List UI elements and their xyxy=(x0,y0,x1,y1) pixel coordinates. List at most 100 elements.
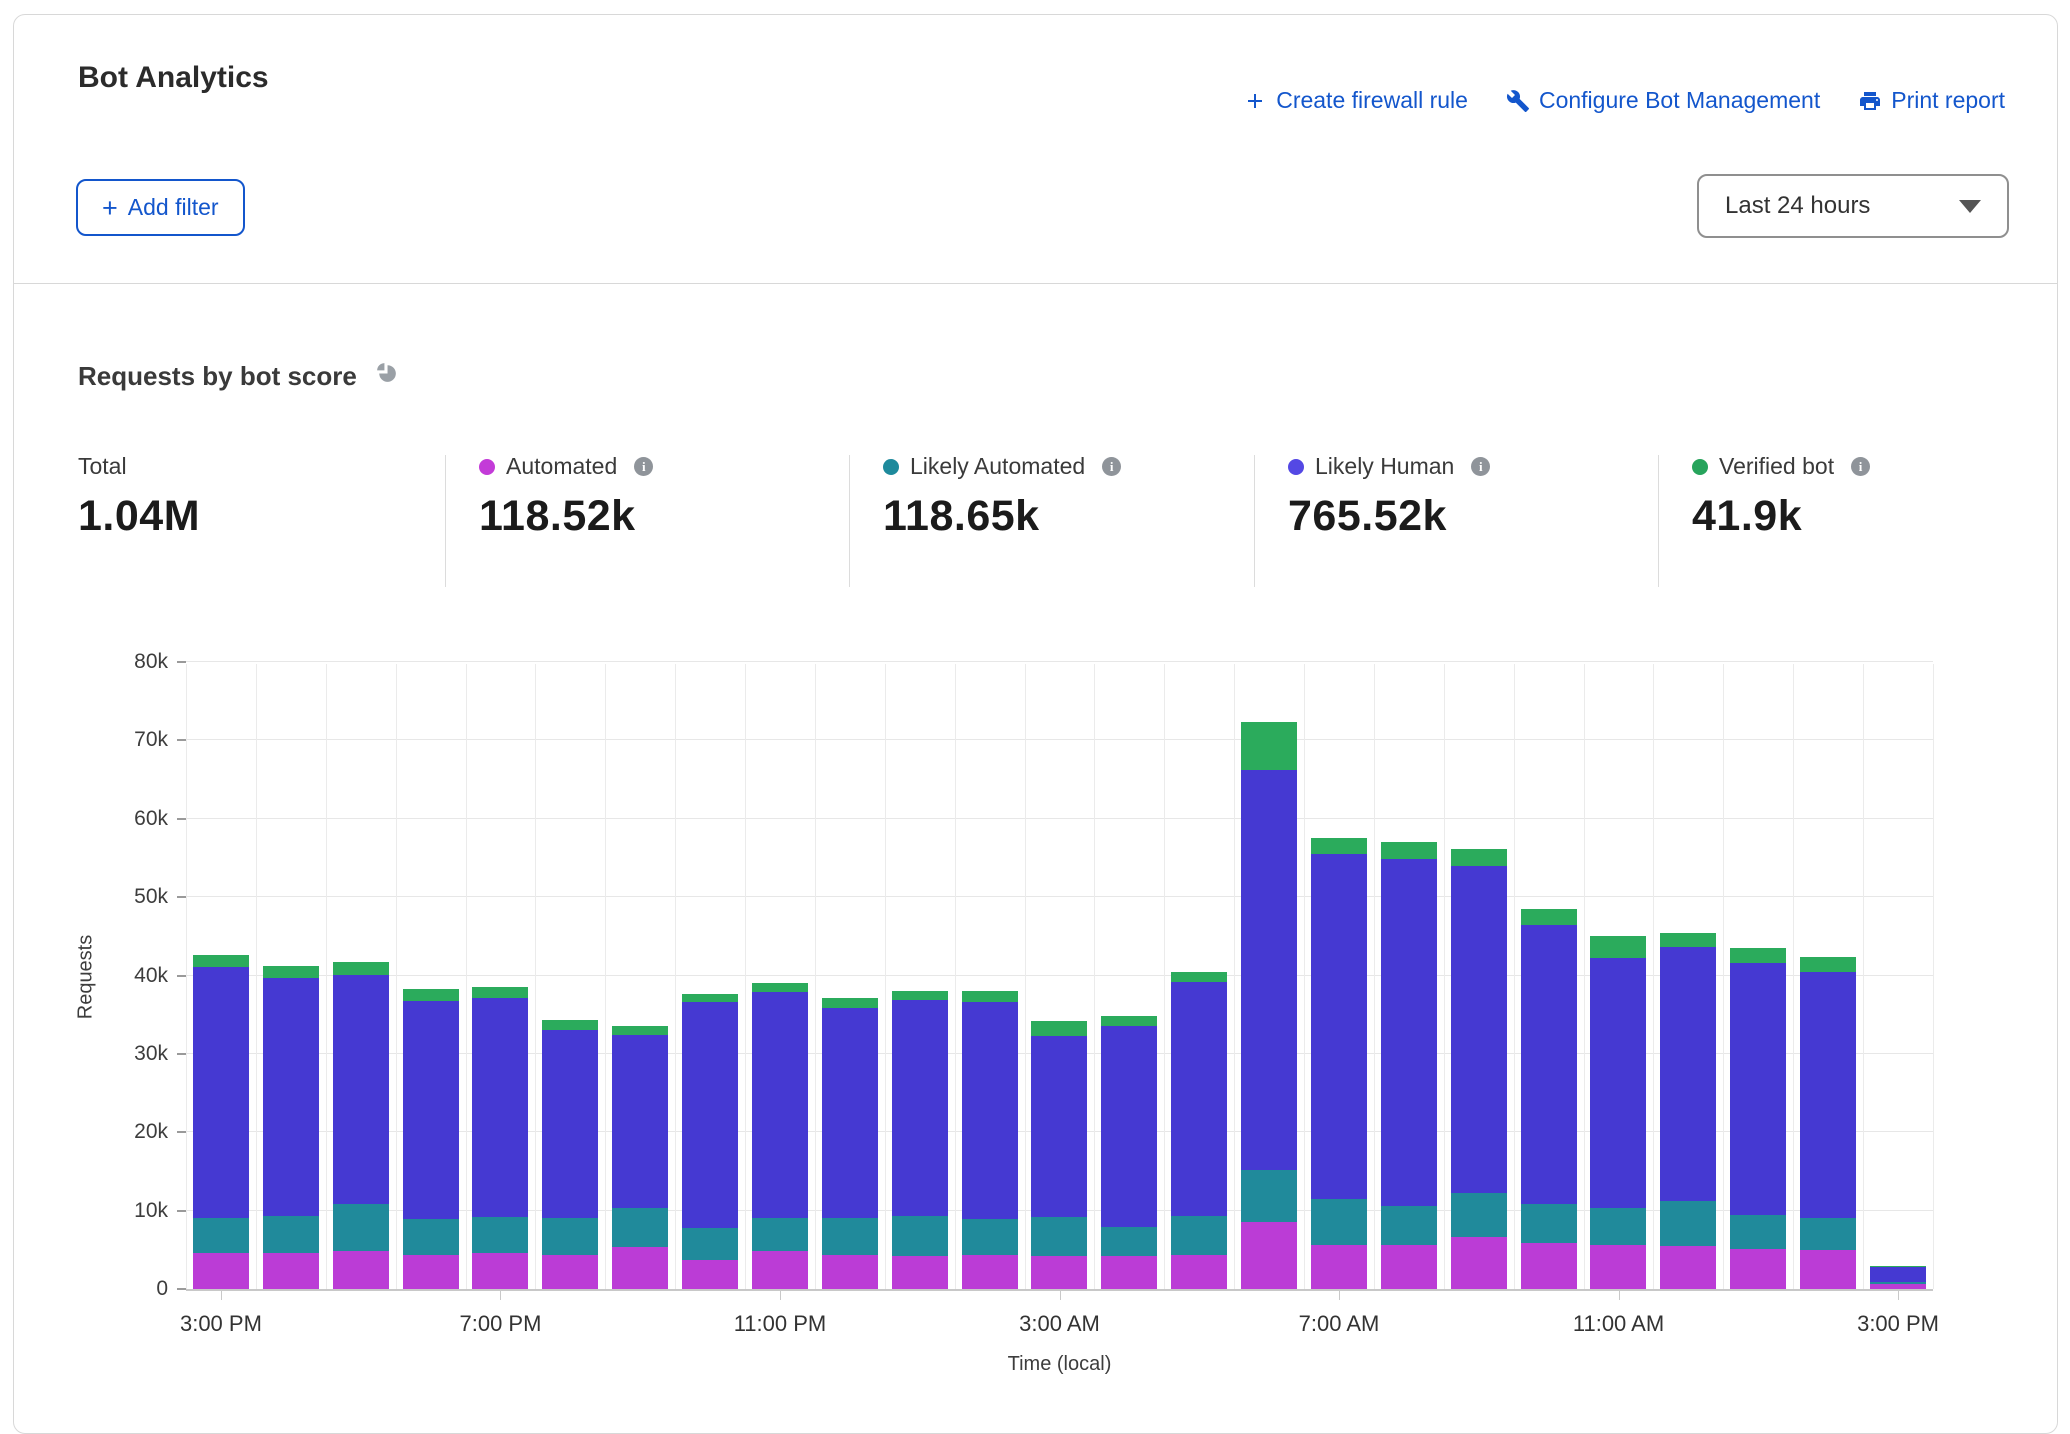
stacked-bar xyxy=(1870,1266,1926,1289)
stat-divider xyxy=(445,455,446,587)
info-icon[interactable]: i xyxy=(1471,457,1490,476)
bar-segment-likely-human xyxy=(822,1008,878,1219)
total-label: Total xyxy=(78,453,127,480)
bar-segment-automated xyxy=(1381,1245,1437,1289)
create-firewall-rule-link[interactable]: Create firewall rule xyxy=(1243,87,1468,114)
info-icon[interactable]: i xyxy=(634,457,653,476)
y-tick-label: 30k xyxy=(88,1043,168,1065)
bar-segment-automated xyxy=(962,1255,1018,1289)
bar-segment-automated xyxy=(1730,1249,1786,1289)
bar-segment-likely-human xyxy=(472,998,528,1217)
card-header: Bot Analytics Create firewall rule Confi… xyxy=(14,15,2057,284)
bar-segment-likely-human xyxy=(1660,947,1716,1201)
bar-segment-automated xyxy=(682,1260,738,1289)
stacked-bar xyxy=(1451,849,1507,1289)
y-tick-label: 50k xyxy=(88,886,168,908)
bar-segment-likely-human xyxy=(1031,1036,1087,1217)
stat-automated: Automated i 118.52k xyxy=(479,453,653,541)
info-icon[interactable]: i xyxy=(1851,457,1870,476)
bar-segment-verified-bot xyxy=(1031,1021,1087,1036)
bar-segment-likely-human xyxy=(962,1002,1018,1219)
chevron-down-icon xyxy=(1959,200,1981,213)
x-tick-mark xyxy=(1060,1289,1061,1300)
bar-segment-verified-bot xyxy=(612,1026,668,1035)
bar-slot xyxy=(1793,664,1863,1289)
bar-segment-verified-bot xyxy=(1660,933,1716,947)
x-tick-mark xyxy=(1619,1289,1620,1300)
bar-segment-likely-automated xyxy=(1381,1206,1437,1245)
bar-segment-automated xyxy=(752,1251,808,1289)
bar-segment-likely-automated xyxy=(472,1217,528,1253)
section-heading-text: Requests by bot score xyxy=(78,361,357,392)
stacked-bar xyxy=(193,955,249,1289)
info-icon[interactable]: i xyxy=(1102,457,1121,476)
plus-icon xyxy=(1243,89,1267,113)
bar-segment-likely-human xyxy=(612,1035,668,1207)
printer-icon xyxy=(1858,89,1882,113)
bar-slot xyxy=(396,664,466,1289)
bar-segment-verified-bot xyxy=(1521,909,1577,925)
bar-slot xyxy=(605,664,675,1289)
y-tick-label: 40k xyxy=(88,965,168,987)
bar-segment-likely-automated xyxy=(1031,1217,1087,1256)
automated-value: 118.52k xyxy=(479,492,653,541)
add-filter-label: Add filter xyxy=(128,194,219,221)
likely-human-value: 765.52k xyxy=(1288,492,1490,541)
bar-slot xyxy=(1025,664,1095,1289)
x-tick-label: 7:00 PM xyxy=(459,1311,541,1337)
h-gridline xyxy=(186,661,1933,662)
bar-segment-likely-automated xyxy=(193,1218,249,1252)
bar-slot xyxy=(535,664,605,1289)
y-tick-mark xyxy=(177,739,186,741)
likely-human-dot xyxy=(1288,459,1304,475)
bar-segment-likely-human xyxy=(263,978,319,1216)
bar-segment-likely-automated xyxy=(1660,1201,1716,1246)
stat-divider xyxy=(849,455,850,587)
bar-segment-verified-bot xyxy=(962,991,1018,1002)
bar-segment-automated xyxy=(472,1253,528,1289)
page-title: Bot Analytics xyxy=(78,61,269,95)
y-tick-mark xyxy=(177,975,186,977)
configure-bot-management-link[interactable]: Configure Bot Management xyxy=(1506,87,1820,114)
bar-segment-automated xyxy=(612,1247,668,1289)
bar-segment-verified-bot xyxy=(892,991,948,1000)
stacked-bar xyxy=(333,962,389,1289)
bar-segment-verified-bot xyxy=(1101,1016,1157,1026)
bar-segment-likely-automated xyxy=(1241,1170,1297,1223)
bar-segment-likely-human xyxy=(403,1001,459,1219)
bar-segment-likely-automated xyxy=(542,1218,598,1254)
print-report-link[interactable]: Print report xyxy=(1858,87,2005,114)
bar-slot xyxy=(1374,664,1444,1289)
x-tick-label: 3:00 PM xyxy=(1857,1311,1939,1337)
bar-segment-likely-human xyxy=(1870,1267,1926,1282)
bar-segment-likely-human xyxy=(892,1000,948,1216)
bar-segment-likely-automated xyxy=(1311,1199,1367,1245)
bar-segment-likely-automated xyxy=(403,1219,459,1255)
bar-segment-verified-bot xyxy=(542,1020,598,1029)
time-range-dropdown[interactable]: Last 24 hours xyxy=(1697,174,2009,238)
bar-slot xyxy=(745,664,815,1289)
x-axis-title: Time (local) xyxy=(1008,1353,1112,1376)
bar-slot xyxy=(675,664,745,1289)
bar-segment-likely-human xyxy=(193,967,249,1219)
bars-container xyxy=(186,664,1933,1289)
add-filter-button[interactable]: + Add filter xyxy=(76,179,245,236)
bar-segment-likely-human xyxy=(1800,972,1856,1218)
bar-segment-likely-human xyxy=(1451,866,1507,1193)
bar-slot xyxy=(1094,664,1164,1289)
bar-segment-likely-automated xyxy=(962,1219,1018,1255)
bar-segment-likely-automated xyxy=(1171,1216,1227,1255)
print-report-label: Print report xyxy=(1891,87,2005,114)
bar-segment-automated xyxy=(542,1255,598,1289)
bar-segment-verified-bot xyxy=(1381,842,1437,858)
bar-slot xyxy=(1234,664,1304,1289)
y-tick-mark xyxy=(177,896,186,898)
y-tick-mark xyxy=(177,1131,186,1133)
configure-bot-management-label: Configure Bot Management xyxy=(1539,87,1820,114)
bar-segment-automated xyxy=(1171,1255,1227,1289)
bar-segment-likely-automated xyxy=(682,1228,738,1260)
bar-segment-verified-bot xyxy=(193,955,249,967)
bar-segment-automated xyxy=(1451,1237,1507,1289)
bar-segment-automated xyxy=(1031,1256,1087,1289)
bar-segment-verified-bot xyxy=(822,998,878,1007)
